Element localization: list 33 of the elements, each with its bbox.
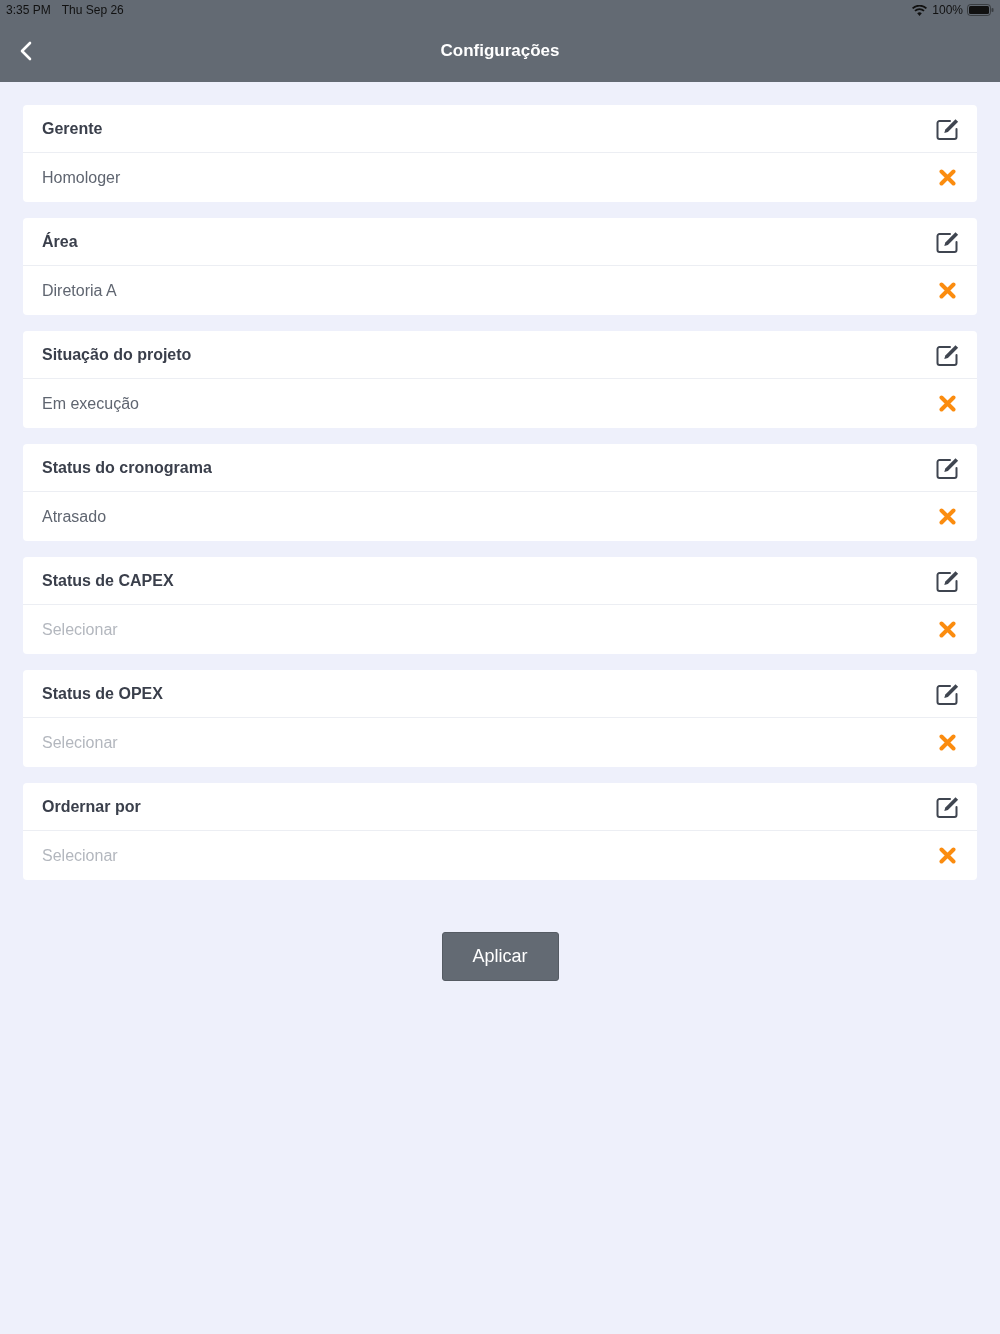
filter-label: Gerente	[42, 118, 103, 139]
battery-icon	[967, 4, 994, 16]
edit-icon[interactable]	[936, 343, 960, 366]
placeholder-text: Selecionar	[42, 619, 118, 640]
filter-label: Status de OPEX	[42, 683, 163, 704]
battery-percent: 100%	[932, 2, 963, 19]
selected-value: Em execução	[42, 393, 139, 414]
placeholder-text: Selecionar	[42, 845, 118, 866]
status-date: Thu Sep 26	[61, 2, 124, 19]
filter-label: Área	[42, 231, 78, 252]
select-field[interactable]: Homologer	[23, 153, 977, 202]
filter-label: Ordernar por	[42, 796, 141, 817]
select-field[interactable]: Diretoria A	[23, 266, 977, 315]
status-time: 3:35 PM	[6, 2, 51, 19]
select-field[interactable]: Em execução	[23, 379, 977, 428]
filter-label: Situação do projeto	[42, 344, 192, 365]
wifi-icon	[912, 4, 928, 16]
edit-icon[interactable]	[936, 682, 960, 705]
edit-icon[interactable]	[936, 230, 960, 253]
edit-icon[interactable]	[936, 569, 960, 592]
select-field[interactable]: Atrasado	[23, 492, 977, 541]
filter-label: Status do cronograma	[42, 457, 212, 478]
selected-value: Atrasado	[42, 506, 107, 527]
edit-icon[interactable]	[936, 117, 960, 140]
apply-button[interactable]: Aplicar	[441, 932, 559, 981]
selected-value: Homologer	[42, 167, 121, 188]
edit-icon[interactable]	[936, 456, 960, 479]
placeholder-text: Selecionar	[42, 732, 118, 753]
filter-label: Status de CAPEX	[42, 570, 174, 591]
screen-title: Configurações	[440, 40, 560, 63]
selected-value: Diretoria A	[42, 280, 117, 301]
chevron-left-icon	[20, 41, 32, 61]
edit-icon[interactable]	[936, 795, 960, 818]
